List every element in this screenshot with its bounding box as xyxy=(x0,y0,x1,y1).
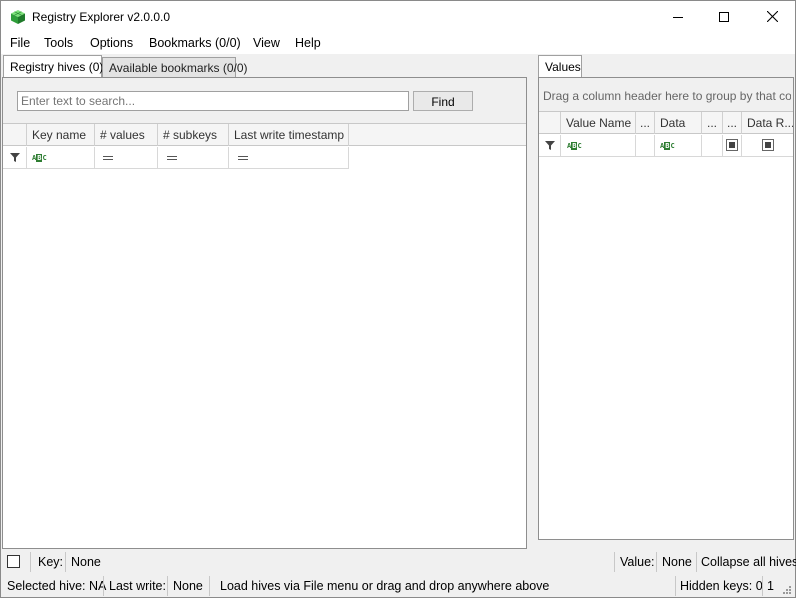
key-value: None xyxy=(71,555,101,569)
row-indicator-header xyxy=(3,124,27,146)
value-label: Value: xyxy=(620,555,655,569)
menu-view[interactable]: View xyxy=(253,36,280,50)
col-value-name[interactable]: Value Name xyxy=(561,112,636,134)
maximize-icon xyxy=(719,11,729,22)
value-value: None xyxy=(662,555,692,569)
tab-available-bookmarks[interactable]: Available bookmarks (0/0) xyxy=(102,57,248,77)
filter-data-record[interactable] xyxy=(742,135,793,156)
filter-value-name[interactable]: ABC xyxy=(561,135,636,156)
col-subkeys[interactable]: # subkeys xyxy=(158,124,229,146)
col-data-record[interactable]: Data R... xyxy=(742,112,793,134)
title-bar: Registry Explorer v2.0.0.0 xyxy=(1,1,795,32)
menu-bar: File Tools Options Bookmarks (0/0) View … xyxy=(1,32,795,54)
key-checkbox[interactable] xyxy=(7,555,20,568)
values-filter-row: ABC ABC xyxy=(539,135,793,157)
col-value-slack[interactable]: ... xyxy=(702,112,723,134)
divider xyxy=(167,576,168,596)
text-filter-icon: ABC xyxy=(32,154,47,162)
filter-icon xyxy=(545,141,555,150)
col-value-type[interactable]: ... xyxy=(636,112,655,134)
filter-icon xyxy=(10,153,20,162)
hidden-keys: Hidden keys: 0 xyxy=(680,579,763,593)
app-window: Registry Explorer v2.0.0.0 File Tools Op… xyxy=(0,0,796,598)
col-is-deleted[interactable]: ... xyxy=(723,112,742,134)
divider xyxy=(656,552,657,572)
maximize-button[interactable] xyxy=(701,1,747,32)
col-last-write[interactable]: Last write timestamp xyxy=(229,124,349,146)
close-button[interactable] xyxy=(749,1,795,32)
col-data[interactable]: Data xyxy=(655,112,702,134)
filter-subkeys[interactable] xyxy=(158,147,229,168)
equals-filter-icon xyxy=(167,156,177,160)
menu-options[interactable]: Options xyxy=(90,36,133,50)
filter-value-slack[interactable] xyxy=(702,135,723,156)
values-grid-header: Value Name ... Data ... ... Data R... xyxy=(539,112,793,134)
search-input[interactable] xyxy=(17,91,409,111)
row-indicator-header xyxy=(539,112,561,134)
menu-tools[interactable]: Tools xyxy=(44,36,73,50)
search-bar: Find xyxy=(3,78,526,124)
divider xyxy=(30,552,31,572)
menu-bookmarks[interactable]: Bookmarks (0/0) xyxy=(149,36,241,50)
menu-file[interactable]: File xyxy=(10,36,30,50)
divider xyxy=(696,552,697,572)
filter-last-write[interactable] xyxy=(229,147,349,168)
filter-is-deleted[interactable] xyxy=(723,135,742,156)
hive-filter-row: ABC xyxy=(3,147,349,169)
filter-indicator-cell xyxy=(539,135,561,156)
filter-values[interactable] xyxy=(95,147,158,168)
equals-filter-icon xyxy=(103,156,113,160)
checkbox-filter-icon xyxy=(762,139,774,151)
filter-key-name[interactable]: ABC xyxy=(27,147,95,168)
menu-help[interactable]: Help xyxy=(295,36,321,50)
resize-grip-icon[interactable] xyxy=(782,585,792,595)
divider xyxy=(65,552,66,572)
divider xyxy=(209,576,210,596)
last-write-value: None xyxy=(173,579,203,593)
divider xyxy=(762,576,763,596)
minimize-icon xyxy=(673,16,683,18)
text-filter-icon: ABC xyxy=(567,142,582,150)
text-filter-icon: ABC xyxy=(660,142,675,150)
selected-hive: Selected hive: NA xyxy=(7,579,107,593)
window-title: Registry Explorer v2.0.0.0 xyxy=(32,10,171,24)
tab-registry-hives[interactable]: Registry hives (0) xyxy=(3,55,103,77)
filter-value-type[interactable] xyxy=(636,135,655,156)
col-values[interactable]: # values xyxy=(95,124,158,146)
registry-hives-panel: Find Key name # values # subkeys Last wr… xyxy=(2,77,527,549)
divider xyxy=(675,576,676,596)
col-key-name[interactable]: Key name xyxy=(27,124,95,146)
group-panel[interactable]: Drag a column header here to group by th… xyxy=(539,78,793,112)
status-count: 1 xyxy=(767,579,774,593)
status-message: Load hives via File menu or drag and dro… xyxy=(220,579,550,593)
registry-cube-icon xyxy=(11,10,25,24)
collapse-all-hives-link[interactable]: Collapse all hives xyxy=(701,555,796,569)
minimize-button[interactable] xyxy=(655,1,701,32)
checkbox-filter-icon xyxy=(726,139,738,151)
close-icon xyxy=(766,11,778,22)
divider xyxy=(614,552,615,572)
filter-data[interactable]: ABC xyxy=(655,135,702,156)
group-hint: Drag a column header here to group by th… xyxy=(543,89,791,103)
last-write-label: Last write: xyxy=(109,579,166,593)
key-label: Key: xyxy=(38,555,64,569)
hive-grid-header: Key name # values # subkeys Last write t… xyxy=(3,124,526,146)
find-button[interactable]: Find xyxy=(413,91,473,111)
filter-indicator-cell xyxy=(3,147,27,168)
equals-filter-icon xyxy=(238,156,248,160)
values-panel: Drag a column header here to group by th… xyxy=(538,77,794,540)
tab-values[interactable]: Values xyxy=(538,55,582,77)
divider xyxy=(103,576,104,596)
